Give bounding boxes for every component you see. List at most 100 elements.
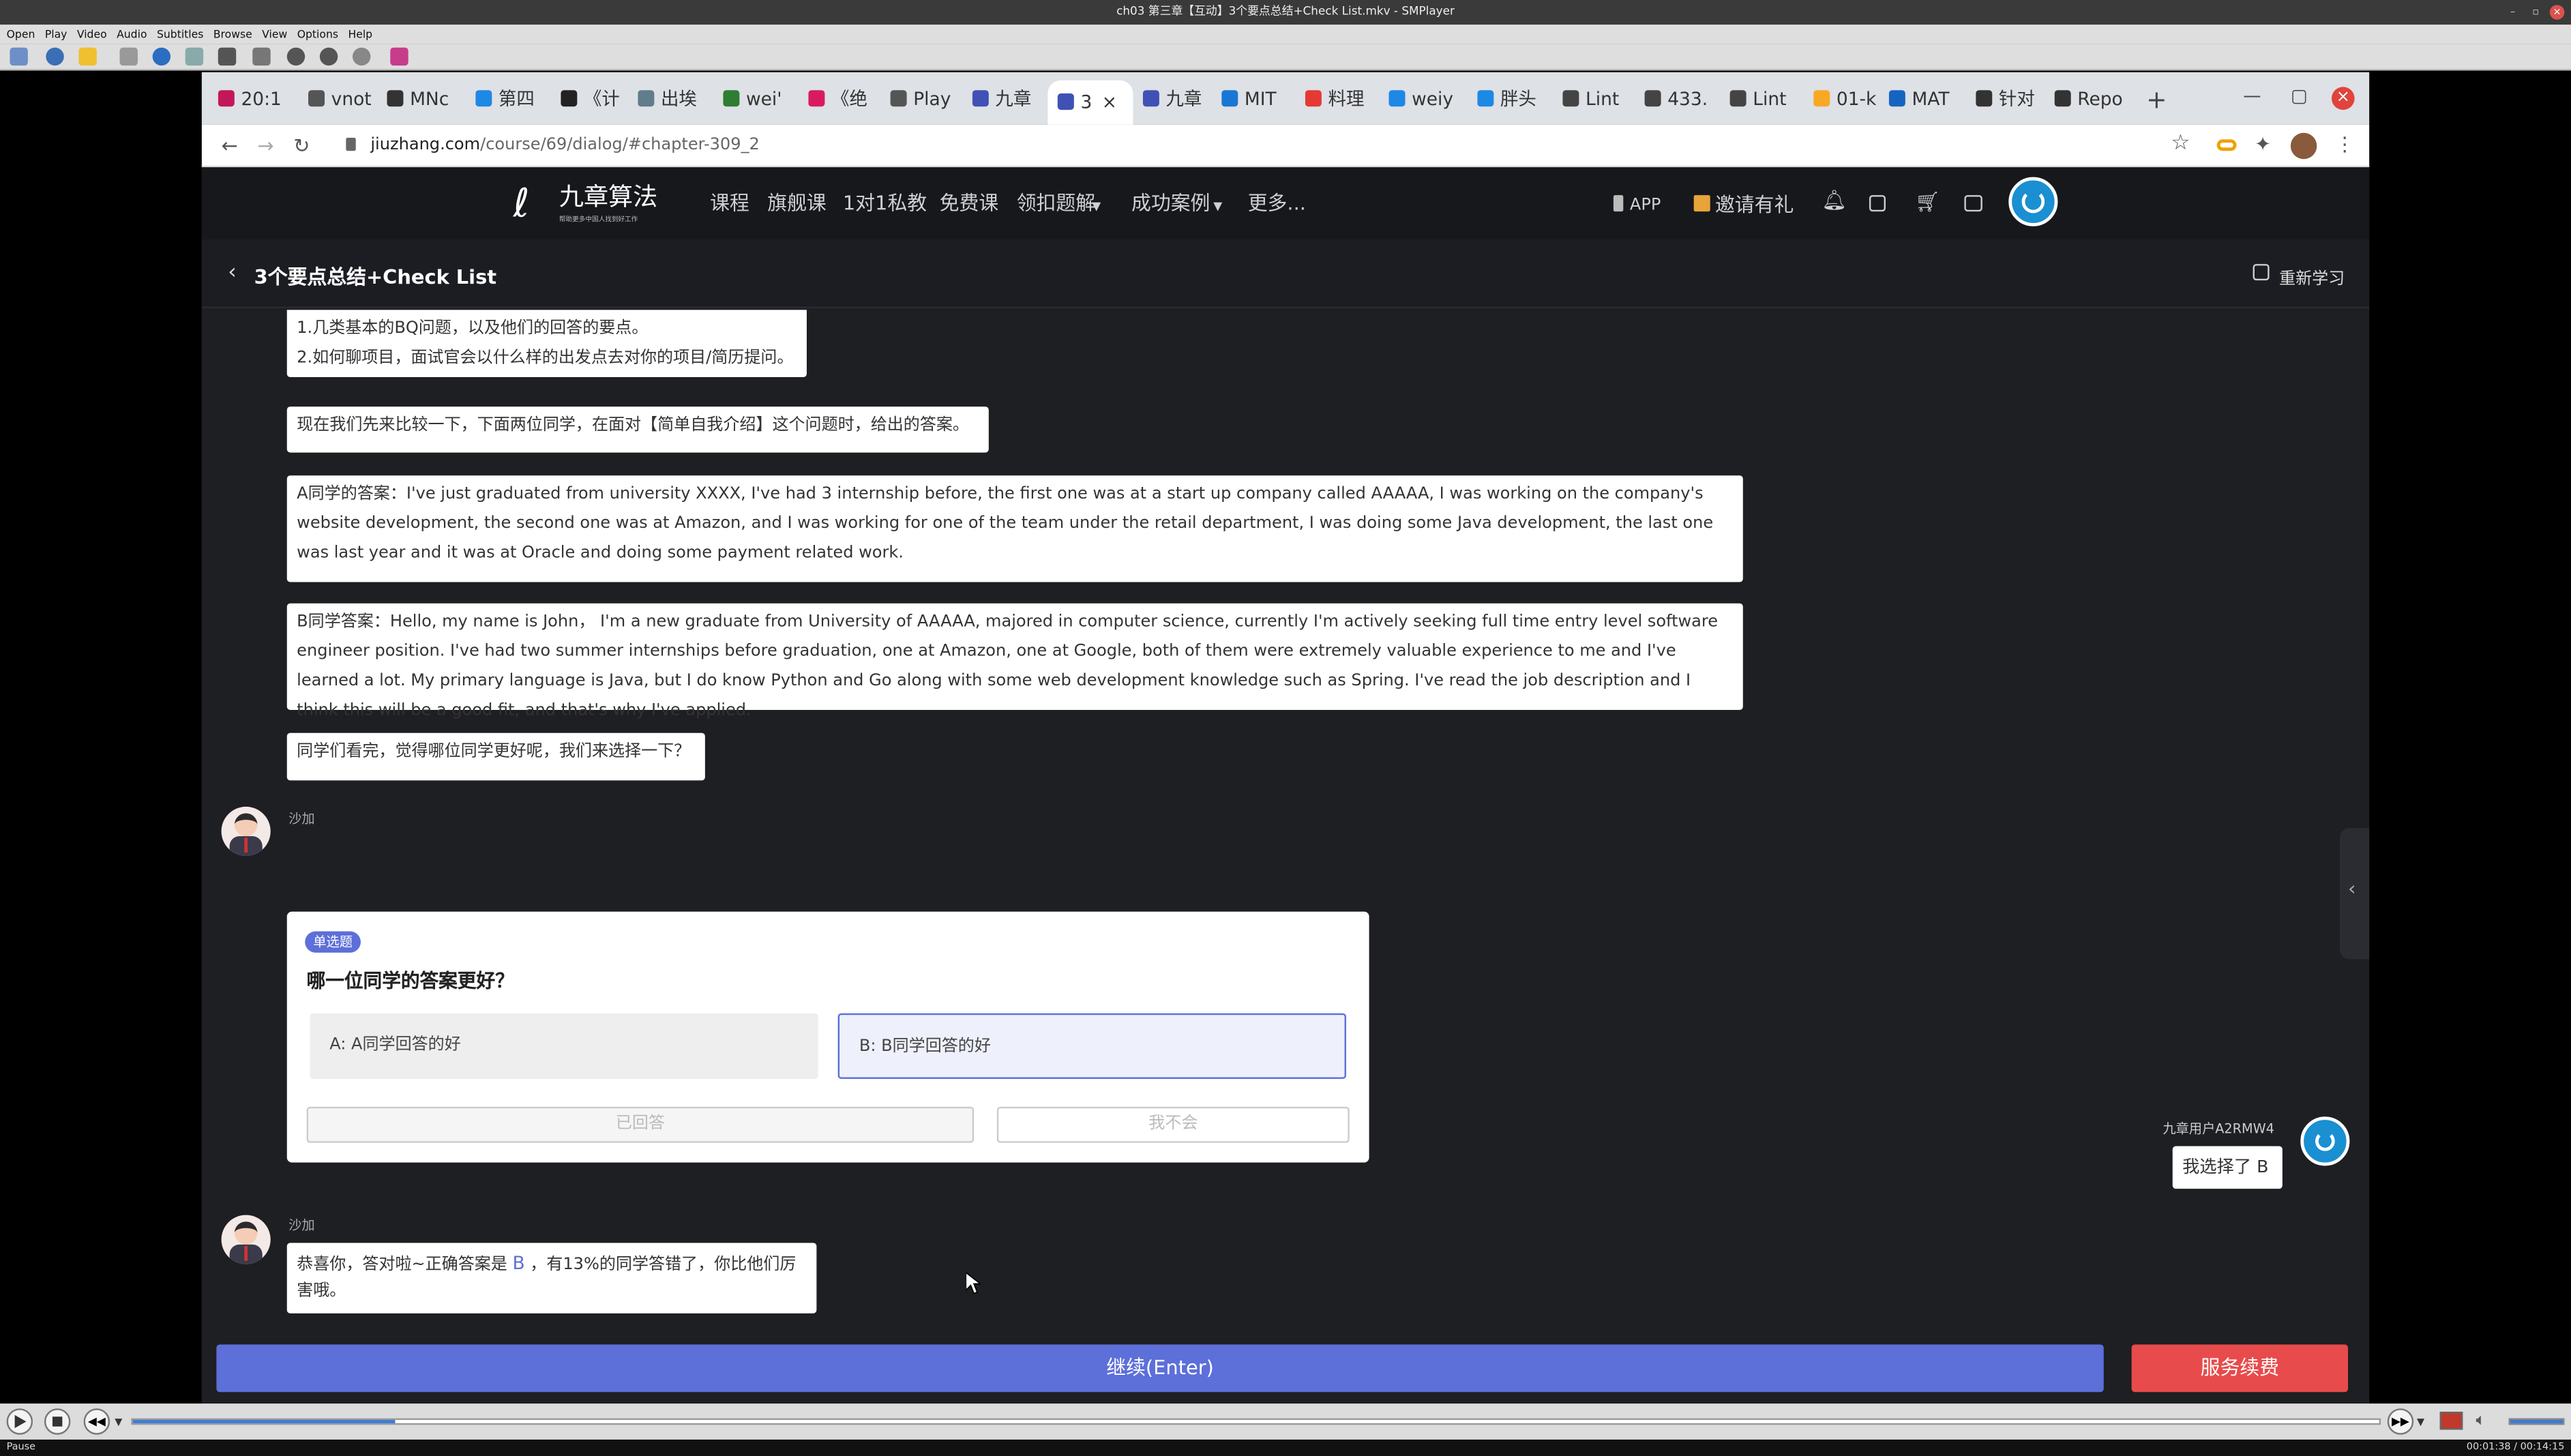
menu-open[interactable]: Open [7, 28, 35, 41]
chevron-down-icon: ▼ [1213, 200, 1223, 213]
browser-tab[interactable]: Play [890, 87, 969, 113]
nav-lintcode-solutions[interactable]: 领扣题解 [1017, 192, 1095, 215]
continue-button[interactable]: 继续(Enter) [216, 1344, 2104, 1393]
globe-icon[interactable] [46, 47, 64, 66]
video-play-icon[interactable] [1964, 195, 1982, 212]
browser-tab[interactable]: vnot [308, 87, 387, 113]
menu-audio[interactable]: Audio [117, 28, 147, 41]
browser-tab[interactable]: MNc [387, 87, 465, 113]
invite-link[interactable]: 邀请有礼 [1715, 194, 1794, 217]
browser-tab[interactable]: 《绝 [808, 87, 887, 113]
tab-favicon-icon [638, 90, 655, 107]
stop-icon [52, 1416, 63, 1427]
previous-icon[interactable] [286, 47, 306, 66]
url-field[interactable]: jiuzhang.com/course/69/dialog/#chapter-3… [370, 133, 759, 159]
nav-courses[interactable]: 课程 [710, 192, 749, 215]
browser-tab[interactable]: 胖头 [1477, 87, 1556, 113]
site-logo[interactable]: ℓ 九章算法 帮助更多中国人找到好工作 [514, 180, 677, 229]
fullscreen-icon[interactable] [2439, 1412, 2463, 1430]
menu-help[interactable]: Help [348, 28, 372, 41]
extension-icon[interactable] [2216, 139, 2237, 151]
tools-icon[interactable] [252, 47, 271, 66]
renew-service-button[interactable]: 服务续费 [2131, 1344, 2349, 1393]
maximize-icon[interactable]: ▢ [2291, 85, 2308, 106]
browser-tab[interactable]: 针对 [1976, 87, 2054, 113]
browser-tab[interactable]: MIT [1221, 87, 1300, 113]
minimize-icon[interactable]: — [2243, 85, 2261, 106]
nav-success-cases[interactable]: 成功案例 [1131, 192, 1210, 215]
dont-know-button[interactable]: 我不会 [996, 1106, 1350, 1143]
dropdown-icon[interactable]: ▼ [2417, 1416, 2424, 1428]
menu-options[interactable]: Options [297, 28, 338, 41]
close-icon[interactable]: × [2331, 87, 2355, 110]
browser-tab[interactable]: 《计 [561, 87, 639, 113]
browser-tab[interactable]: MAT [1888, 87, 1967, 113]
tab-label: MAT [1912, 88, 1950, 110]
menu-play[interactable]: Play [45, 28, 68, 41]
volume-icon[interactable]: 🔈︎ [2476, 1412, 2486, 1429]
browser-tab[interactable]: 第四 [475, 87, 554, 113]
info-icon[interactable] [152, 47, 171, 66]
tasks-icon[interactable] [1869, 195, 1886, 212]
browser-tab[interactable]: Repo [2054, 87, 2133, 113]
nav-flagship[interactable]: 旗舰课 [767, 192, 827, 215]
video-icon[interactable] [218, 47, 237, 66]
option-b[interactable]: B: B同学回答的好 [837, 1013, 1346, 1080]
forward-button[interactable]: ▶▶ [2387, 1408, 2414, 1435]
cart-icon[interactable]: 🛒︎ [1915, 190, 1940, 213]
app-link[interactable]: APP [1630, 195, 1661, 218]
puzzle-extensions-icon[interactable]: ✦ [2255, 131, 2271, 157]
next-icon[interactable] [319, 47, 338, 66]
equalizer-icon[interactable] [390, 47, 408, 66]
back-icon[interactable]: ← [222, 133, 238, 159]
bookmark-star-icon[interactable]: ☆ [2171, 131, 2190, 157]
rewind-button[interactable]: ◀◀ [83, 1408, 110, 1435]
nav-more[interactable]: 更多... [1248, 192, 1306, 215]
browser-tab[interactable]: Lint [1562, 87, 1641, 113]
maximize-icon[interactable]: ▫ [2528, 5, 2543, 20]
nav-free[interactable]: 免费课 [940, 192, 999, 215]
menu-video[interactable]: Video [77, 28, 107, 41]
browser-tab[interactable]: 九章 [1142, 87, 1221, 113]
browser-menu-icon[interactable]: ⋮ [2335, 131, 2355, 157]
back-chevron-icon[interactable]: ‹ [228, 261, 237, 285]
open-file-icon[interactable] [10, 47, 28, 66]
nav-private-tutor[interactable]: 1对1私教 [843, 192, 927, 215]
browser-tab[interactable]: 九章 [972, 87, 1051, 113]
browser-tab[interactable]: 01-k [1813, 87, 1892, 113]
playlist-icon[interactable] [185, 47, 204, 66]
reload-icon[interactable]: ↻ [293, 133, 310, 159]
browser-tab[interactable]: 3 × [1047, 80, 1133, 125]
browser-tab[interactable]: 出埃 [638, 87, 716, 113]
menu-bar: Open Play Video Audio Subtitles Browse View Opt… [0, 25, 2571, 44]
bell-icon[interactable]: 🔔︎ [1822, 188, 1847, 211]
browser-tab[interactable]: 433. [1644, 87, 1723, 113]
menu-browse[interactable]: Browse [213, 28, 252, 41]
playback-status: Pause [6, 1441, 36, 1453]
favorites-star-icon[interactable] [78, 47, 97, 66]
relearn-button[interactable]: 重新学习 [2279, 264, 2345, 288]
forward-icon[interactable]: → [257, 133, 273, 159]
close-icon[interactable]: × [2549, 5, 2565, 20]
volume-slider[interactable] [2508, 1418, 2565, 1425]
browser-tab[interactable]: weiy [1388, 87, 1467, 113]
browser-tab[interactable]: wei' [723, 87, 801, 113]
menu-subtitles[interactable]: Subtitles [157, 28, 203, 41]
gift-icon [1693, 195, 1710, 212]
browser-tab[interactable]: 20:1 [218, 87, 297, 113]
browser-tab[interactable]: 料理 [1305, 87, 1384, 113]
answered-button[interactable]: 已回答 [306, 1106, 975, 1143]
profile-avatar[interactable] [2290, 132, 2317, 160]
seek-bar[interactable] [131, 1418, 2381, 1425]
side-panel-toggle[interactable]: ‹ [2339, 828, 2370, 960]
minimize-icon[interactable]: – [2506, 5, 2521, 20]
new-tab-icon[interactable]: + [2146, 85, 2167, 115]
teacher-name: 沙加 [288, 1218, 315, 1234]
speed-icon[interactable] [352, 47, 371, 66]
option-a[interactable]: A: A同学回答的好 [310, 1013, 818, 1080]
tab-close-icon[interactable]: × [1102, 92, 1117, 113]
dropdown-icon[interactable]: ▼ [115, 1416, 122, 1428]
browser-tab[interactable]: Lint [1729, 87, 1809, 113]
menu-view[interactable]: View [262, 28, 287, 41]
screenshot-icon[interactable] [119, 47, 138, 66]
